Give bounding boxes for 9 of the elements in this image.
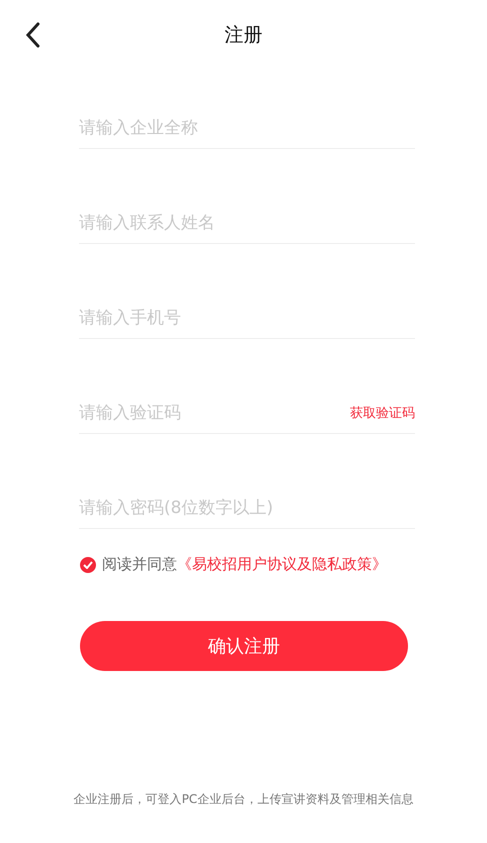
back-icon[interactable] bbox=[25, 22, 41, 48]
agree-checkbox[interactable] bbox=[80, 556, 96, 572]
get-code-link[interactable]: 获取验证码 bbox=[350, 404, 415, 422]
footer-note: 企业注册后，可登入PC企业后台，上传宣讲资料及管理相关信息 bbox=[72, 791, 414, 808]
page-title: 注册 bbox=[224, 23, 262, 48]
check-icon bbox=[83, 560, 93, 568]
register-button[interactable]: 确认注册 bbox=[80, 621, 408, 671]
agreement-text: 阅读并同意 bbox=[102, 555, 177, 574]
agreement-link[interactable]: 《易校招用户协议及隐私政策》 bbox=[177, 555, 387, 574]
